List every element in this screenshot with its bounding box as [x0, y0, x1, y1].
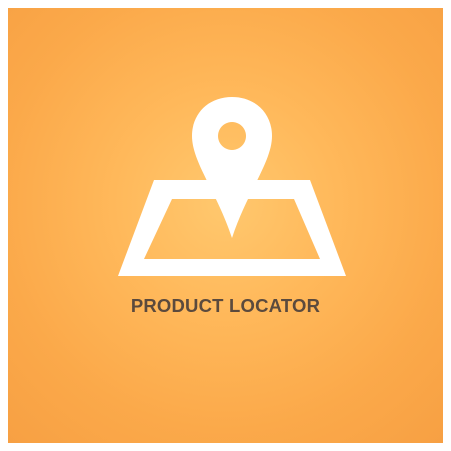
pin-shape	[192, 97, 272, 238]
canvas: PRODUCT LOCATOR	[0, 0, 451, 451]
product-title: PRODUCT LOCATOR	[130, 295, 321, 316]
map-pin-icon	[118, 97, 346, 276]
